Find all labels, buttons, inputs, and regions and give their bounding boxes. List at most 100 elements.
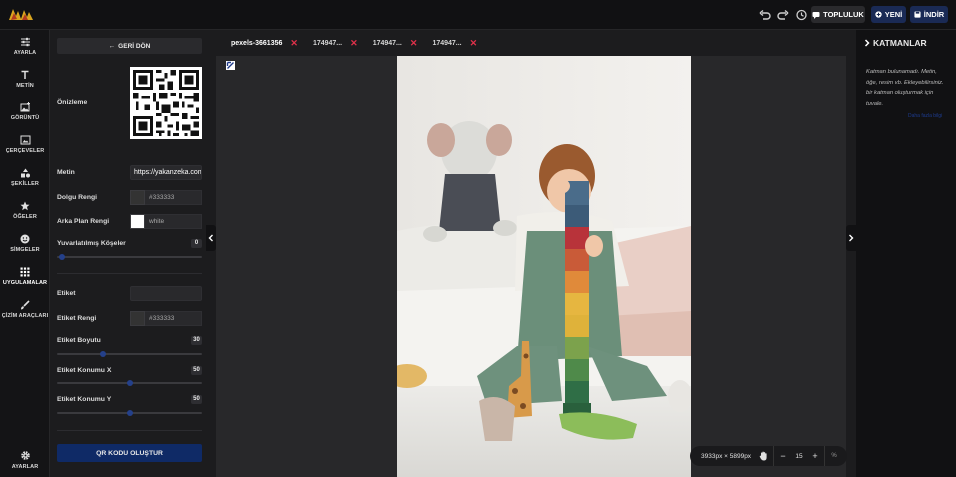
close-icon[interactable]: ✕ (290, 38, 298, 49)
tag-color-field[interactable]: #333333 (130, 311, 202, 326)
bg-color-field[interactable]: white (130, 214, 202, 229)
sidebar-item-label: ŞEKİLLER (11, 181, 39, 187)
slider-knob[interactable] (127, 410, 133, 416)
tag-y-value: 50 (191, 395, 202, 404)
gear-icon (20, 451, 30, 460)
separator (773, 446, 774, 466)
apps-grid-icon (20, 267, 30, 277)
sidebar-item-image[interactable]: GÖRÜNTÜ (0, 102, 50, 121)
close-icon[interactable]: ✕ (350, 38, 358, 49)
collapse-panel-button[interactable] (206, 225, 216, 251)
sidebar-item-label: ÖĞELER (13, 214, 37, 220)
radius-slider[interactable] (57, 254, 202, 260)
tab-document[interactable]: 174947... ✕ (304, 30, 364, 56)
tag-input[interactable] (130, 286, 202, 301)
zoom-level[interactable]: 15 (789, 453, 809, 460)
text-input[interactable]: https://yakanzeka.com (130, 165, 202, 180)
sidebar-settings-label: AYARLAR (11, 464, 39, 470)
chevron-left-icon (208, 234, 213, 242)
document-tabs: pexels-3661356 ✕ 174947... ✕ 174947... ✕… (222, 30, 483, 56)
chat-icon (812, 11, 820, 19)
toggle-layers-button[interactable] (846, 225, 856, 251)
back-label: GERİ DÖN (118, 42, 151, 50)
sidebar-item-elements[interactable]: ÖĞELER (0, 201, 50, 220)
fill-color-value[interactable]: #333333 (145, 190, 202, 205)
tag-color-swatch[interactable] (130, 311, 145, 326)
top-bar: TOPLULUK YENİ İNDİR (0, 0, 956, 30)
sidebar-item-apps[interactable]: UYGULAMALAR (0, 267, 50, 286)
fill-color-label: Dolgu Rengi (57, 194, 98, 201)
separator (824, 446, 825, 466)
tag-color-value[interactable]: #333333 (145, 311, 202, 326)
tag-size-value: 30 (191, 336, 202, 345)
tool-sidebar: AYARLA METİN GÖRÜNTÜ ÇERÇEVELER ŞEKİLLER… (0, 30, 50, 477)
zoom-out-button[interactable]: − (777, 451, 789, 461)
redo-icon[interactable] (776, 8, 790, 22)
zoom-in-button[interactable]: + (809, 451, 821, 461)
sidebar-item-label: ÇİZİM ARAÇLARI (1, 313, 49, 319)
divider (57, 430, 202, 431)
qr-settings-panel: ← GERİ DÖN Önizleme Metin https://yakanz… (50, 30, 206, 477)
tag-size-slider[interactable] (57, 351, 202, 357)
download-label: İNDİR (923, 10, 945, 19)
sidebar-item-icons[interactable]: SİMGELER (0, 234, 50, 253)
download-button[interactable]: İNDİR (910, 6, 948, 23)
slider-knob[interactable] (100, 351, 106, 357)
history-icon[interactable] (794, 8, 808, 22)
chevron-right-icon (849, 234, 854, 242)
create-qr-button[interactable]: QR KODU OLUŞTUR (57, 444, 202, 462)
new-button[interactable]: YENİ (871, 6, 906, 23)
new-label: YENİ (884, 10, 903, 19)
sliders-icon (20, 37, 30, 47)
slider-knob[interactable] (127, 380, 133, 386)
tag-x-label: Etiket Konumu X (57, 367, 112, 374)
back-button[interactable]: ← GERİ DÖN (57, 38, 202, 54)
bg-color-swatch[interactable] (130, 214, 145, 229)
arrow-left-icon: ← (108, 42, 116, 50)
text-field-label: Metin (57, 169, 75, 176)
canvas-image[interactable] (397, 56, 691, 477)
layers-panel: KATMANLAR Katman bulunamadı. Metin, öğe,… (856, 30, 956, 477)
tag-x-slider[interactable] (57, 380, 202, 386)
hand-tool-icon[interactable] (756, 451, 770, 461)
slider-knob[interactable] (59, 254, 65, 260)
sidebar-item-adjust[interactable]: AYARLA (0, 37, 50, 56)
tab-pexels-3661356[interactable]: pexels-3661356 ✕ (222, 30, 304, 56)
sidebar-item-settings[interactable]: AYARLAR (0, 450, 50, 470)
emoji-icon (20, 234, 30, 244)
tag-x-value: 50 (191, 366, 202, 375)
chevron-right-icon[interactable] (864, 39, 870, 47)
sidebar-item-label: SİMGELER (10, 247, 40, 253)
sidebar-item-text[interactable]: METİN (0, 70, 50, 89)
close-icon[interactable]: ✕ (410, 38, 418, 49)
sidebar-item-frames[interactable]: ÇERÇEVELER (0, 135, 50, 154)
sidebar-item-drawing[interactable]: ÇİZİM ARAÇLARI (0, 300, 50, 319)
divider (57, 273, 202, 274)
close-icon[interactable]: ✕ (470, 38, 478, 49)
bg-color-label: Arka Plan Rengi (57, 218, 110, 225)
brush-icon (21, 300, 30, 310)
tag-y-label: Etiket Konumu Y (57, 396, 112, 403)
canvas-dimensions: 3933px × 5899px (701, 452, 752, 460)
sidebar-item-shapes[interactable]: ŞEKİLLER (0, 168, 50, 187)
app-logo[interactable] (8, 7, 34, 21)
qr-code-preview (130, 67, 202, 139)
layers-header: KATMANLAR (864, 38, 927, 48)
tab-label: 174947... (432, 39, 462, 47)
tag-y-slider[interactable] (57, 410, 202, 416)
radius-value: 0 (191, 239, 202, 248)
layers-info-link[interactable]: Daha fazla bilgi (908, 113, 942, 119)
undo-icon[interactable] (758, 8, 772, 22)
save-icon (914, 11, 921, 18)
layers-title: KATMANLAR (873, 38, 927, 48)
community-button[interactable]: TOPLULUK (811, 6, 865, 23)
zoom-percent-button[interactable]: % (828, 453, 840, 459)
fill-color-swatch[interactable] (130, 190, 145, 205)
tab-document[interactable]: 174947... ✕ (364, 30, 424, 56)
sidebar-item-label: GÖRÜNTÜ (10, 115, 40, 121)
bg-color-value[interactable]: white (145, 214, 202, 229)
shapes-icon (20, 168, 30, 178)
resize-icon[interactable] (226, 61, 235, 70)
fill-color-field[interactable]: #333333 (130, 190, 202, 205)
tab-document[interactable]: 174947... ✕ (423, 30, 483, 56)
